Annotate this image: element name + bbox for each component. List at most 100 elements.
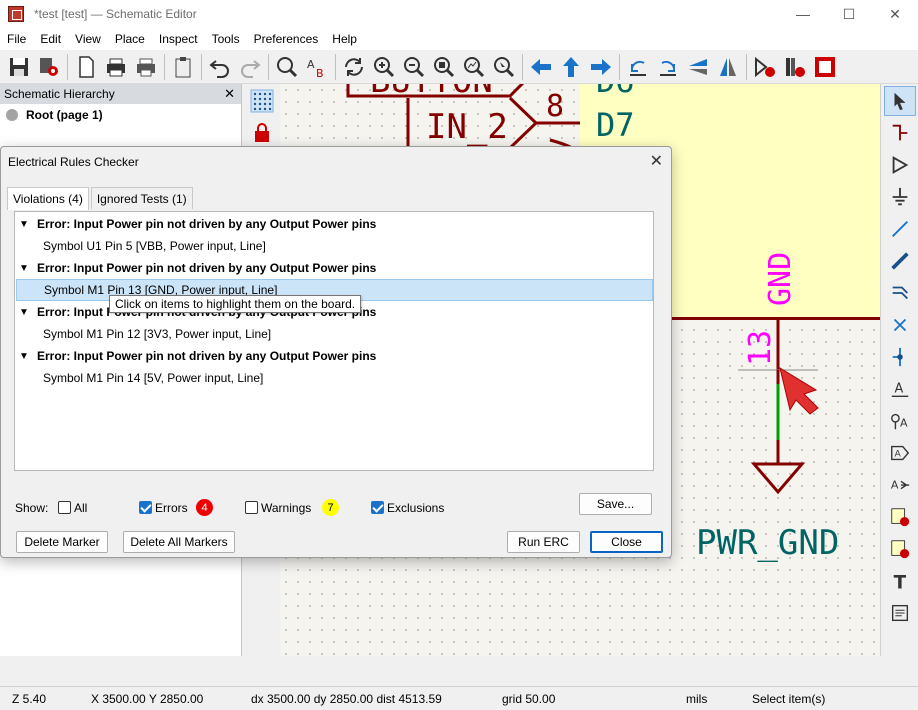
- page-settings-icon[interactable]: [71, 52, 101, 82]
- all-checkbox[interactable]: [58, 501, 71, 514]
- no-connect-icon[interactable]: [884, 310, 916, 340]
- exclusions-label: Exclusions: [387, 501, 445, 515]
- dialog-close-icon[interactable]: ✕: [650, 151, 663, 171]
- refresh-icon[interactable]: [339, 52, 369, 82]
- delete-all-markers-button[interactable]: Delete All Markers: [123, 531, 235, 553]
- hierarchy-root-label: Root (page 1): [26, 108, 103, 122]
- add-wire-icon[interactable]: [884, 214, 916, 244]
- zoom-in-icon[interactable]: [369, 52, 399, 82]
- menu-tools[interactable]: Tools: [205, 32, 247, 46]
- schematic-setup-icon[interactable]: [34, 52, 64, 82]
- hier-pin-icon[interactable]: A: [884, 470, 916, 500]
- exclusions-checkbox[interactable]: [371, 501, 384, 514]
- zoom-fit-icon[interactable]: [429, 52, 459, 82]
- pin-name-gnd: GND: [763, 252, 798, 306]
- tab-ignored-tests[interactable]: Ignored Tests (1): [90, 187, 193, 209]
- add-sheet-icon[interactable]: [884, 502, 916, 532]
- plot-icon[interactable]: [131, 52, 161, 82]
- pin-number-13: 13: [743, 330, 778, 366]
- menu-view[interactable]: View: [68, 32, 108, 46]
- redo-icon[interactable]: [235, 52, 265, 82]
- rotate-cw-icon[interactable]: [653, 52, 683, 82]
- find-icon[interactable]: [272, 52, 302, 82]
- errors-count-badge: 4: [196, 499, 213, 516]
- hierarchy-close-button[interactable]: ✕: [224, 86, 235, 102]
- add-text-icon[interactable]: T: [884, 566, 916, 596]
- navigate-forward-icon[interactable]: [586, 52, 616, 82]
- tab-violations[interactable]: Violations (4): [7, 187, 89, 210]
- erc-marker-icon[interactable]: [779, 366, 819, 415]
- svg-text:A: A: [891, 479, 899, 492]
- label-in2: IN_2: [426, 107, 508, 147]
- svg-text:A: A: [307, 58, 315, 71]
- violation-error-row[interactable]: ▼ Error: Input Power pin not driven by a…: [16, 213, 653, 235]
- violation-item-row[interactable]: Symbol M1 Pin 12 [3V3, Power input, Line…: [16, 323, 653, 345]
- status-zoom: Z 5.40: [12, 692, 47, 706]
- close-dialog-button[interactable]: Close: [590, 531, 663, 553]
- add-symbol-icon[interactable]: [884, 150, 916, 180]
- add-bus-icon[interactable]: [884, 246, 916, 276]
- menu-edit[interactable]: Edit: [33, 32, 68, 46]
- rotate-ccw-icon[interactable]: [623, 52, 653, 82]
- menu-preferences[interactable]: Preferences: [247, 32, 326, 46]
- zoom-objects-icon[interactable]: [459, 52, 489, 82]
- symbol-editor-icon[interactable]: [750, 52, 780, 82]
- add-power-icon[interactable]: [884, 182, 916, 212]
- warnings-checkbox[interactable]: [245, 501, 258, 514]
- save-icon[interactable]: [4, 52, 34, 82]
- expand-caret-icon[interactable]: ▼: [17, 219, 31, 230]
- undo-icon[interactable]: [205, 52, 235, 82]
- run-erc-button[interactable]: Run ERC: [507, 531, 580, 553]
- pin-number-8: 8: [546, 89, 564, 124]
- close-window-button[interactable]: ✕: [872, 0, 918, 28]
- print-icon[interactable]: [101, 52, 131, 82]
- find-replace-icon[interactable]: AB: [302, 52, 332, 82]
- delete-marker-button[interactable]: Delete Marker: [16, 531, 108, 553]
- main-toolbar: AB: [0, 50, 918, 84]
- mirror-vertical-icon[interactable]: [683, 52, 713, 82]
- sheet-dot-icon: [6, 109, 18, 121]
- grid-toggle-icon[interactable]: [247, 86, 277, 116]
- navigate-back-icon[interactable]: [526, 52, 556, 82]
- menu-help[interactable]: Help: [325, 32, 364, 46]
- lock-icon[interactable]: [247, 118, 277, 148]
- annotate-icon[interactable]: [810, 52, 840, 82]
- label-button: BUTTON: [370, 84, 493, 101]
- net-label-icon[interactable]: A: [884, 374, 916, 404]
- navigate-up-icon[interactable]: [556, 52, 586, 82]
- mirror-horizontal-icon[interactable]: [713, 52, 743, 82]
- save-button[interactable]: Save...: [579, 493, 652, 515]
- add-textbox-icon[interactable]: [884, 598, 916, 628]
- title-bar: *test [test] — Schematic Editor — ☐ ✕: [0, 0, 918, 28]
- select-cursor-icon[interactable]: [884, 86, 916, 116]
- highlight-net-icon[interactable]: [884, 118, 916, 148]
- zoom-selection-icon[interactable]: [489, 52, 519, 82]
- label-pwr-gnd: PWR_GND: [696, 523, 839, 563]
- global-label-icon[interactable]: A: [884, 406, 916, 436]
- svg-text:B: B: [316, 67, 324, 79]
- warnings-label: Warnings: [261, 501, 312, 515]
- paste-icon[interactable]: [168, 52, 198, 82]
- hierarchy-root-item[interactable]: Root (page 1): [0, 104, 241, 126]
- symbol-library-icon[interactable]: [780, 52, 810, 82]
- violation-error-row[interactable]: ▼ Error: Input Power pin not driven by a…: [16, 345, 653, 367]
- expand-caret-icon[interactable]: ▼: [17, 307, 31, 318]
- violation-item-row[interactable]: Symbol U1 Pin 5 [VBB, Power input, Line]: [16, 235, 653, 257]
- bus-entry-icon[interactable]: [884, 278, 916, 308]
- expand-caret-icon[interactable]: ▼: [17, 351, 31, 362]
- menu-inspect[interactable]: Inspect: [152, 32, 205, 46]
- violation-error-row[interactable]: ▼ Error: Input Power pin not driven by a…: [16, 257, 653, 279]
- zoom-out-icon[interactable]: [399, 52, 429, 82]
- menu-file[interactable]: File: [0, 32, 33, 46]
- hier-label-icon[interactable]: A: [884, 438, 916, 468]
- ground-symbol[interactable]: [750, 440, 806, 495]
- maximize-button[interactable]: ☐: [826, 0, 872, 28]
- expand-caret-icon[interactable]: ▼: [17, 263, 31, 274]
- errors-checkbox[interactable]: [139, 501, 152, 514]
- import-sheet-pin-icon[interactable]: [884, 534, 916, 564]
- junction-icon[interactable]: [884, 342, 916, 372]
- status-units: mils: [686, 692, 708, 706]
- menu-place[interactable]: Place: [108, 32, 152, 46]
- minimize-button[interactable]: —: [780, 0, 826, 28]
- violation-item-row[interactable]: Symbol M1 Pin 14 [5V, Power input, Line]: [16, 367, 653, 389]
